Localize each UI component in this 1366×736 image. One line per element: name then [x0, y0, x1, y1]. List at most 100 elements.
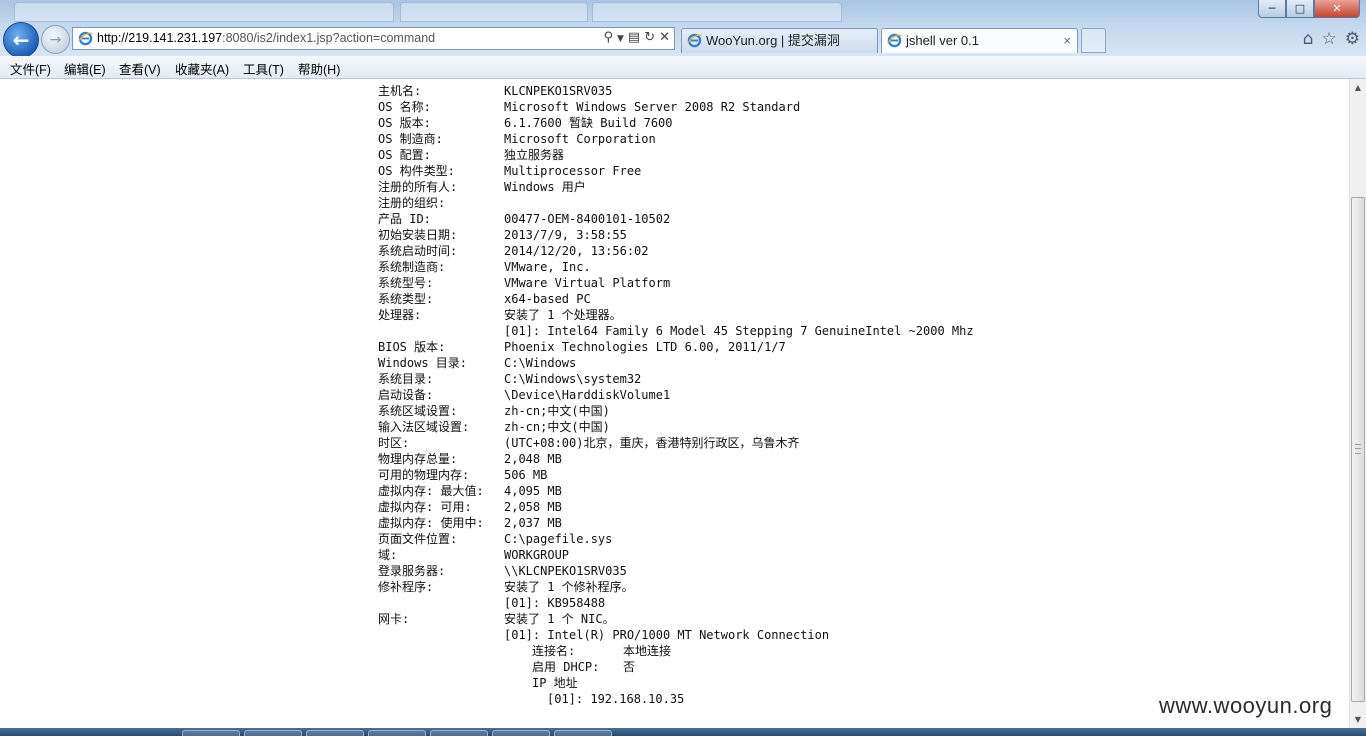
sysinfo-value: \\KLCNPEKO1SRV035	[504, 564, 627, 578]
nic-detail-key: 连接名:	[532, 644, 576, 658]
sysinfo-key: 系统型号:	[378, 276, 434, 290]
sysinfo-value: 2,058 MB	[504, 500, 562, 514]
sysinfo-key: 域:	[378, 548, 398, 562]
tab-jshell[interactable]: jshell ver 0.1 ×	[881, 28, 1078, 53]
sysinfo-key: 启动设备:	[378, 388, 434, 402]
compatibility-view-icon[interactable]: ▤	[628, 30, 640, 48]
vertical-scrollbar[interactable]: ▲ ▼	[1349, 79, 1366, 728]
sysinfo-value: C:\Windows	[504, 356, 577, 370]
sysinfo-value: \Device\HarddiskVolume1	[504, 388, 671, 402]
back-button[interactable]: ←	[3, 22, 39, 58]
sysinfo-key: 处理器:	[378, 308, 422, 322]
chevron-down-icon[interactable]: ▼	[617, 30, 624, 48]
maximize-button[interactable]: □	[1286, 0, 1314, 18]
taskbar-button[interactable]	[244, 730, 302, 736]
close-tab-icon[interactable]: ×	[1063, 29, 1071, 53]
sysinfo-key: 注册的所有人:	[378, 180, 458, 194]
menu-tools[interactable]: 工具(T)	[243, 59, 284, 78]
sysinfo-key: 产品 ID:	[378, 212, 431, 226]
sysinfo-key: OS 名称:	[378, 100, 431, 114]
address-tools: ⚲ ▼ ▤ ↻ ✕	[603, 30, 670, 48]
scroll-down-arrow-icon[interactable]: ▼	[1350, 711, 1366, 728]
stop-icon[interactable]: ✕	[659, 30, 670, 48]
sysinfo-key: OS 构件类型:	[378, 164, 455, 178]
sysinfo-value: 安装了 1 个处理器。	[504, 308, 622, 322]
gear-icon[interactable]: ⚙	[1345, 29, 1360, 49]
search-icon[interactable]: ⚲	[603, 30, 613, 48]
background-tab	[400, 2, 588, 22]
tab-wooyun[interactable]: WooYun.org | 提交漏洞	[681, 28, 878, 53]
sysinfo-key: BIOS 版本:	[378, 340, 446, 354]
browser-toolbar-icons: ⌂ ☆ ⚙	[1303, 29, 1360, 49]
close-window-button[interactable]: ✕	[1314, 0, 1360, 18]
home-icon[interactable]: ⌂	[1303, 29, 1314, 49]
sysinfo-value: 2,037 MB	[504, 516, 562, 530]
sysinfo-value: 2013/7/9, 3:58:55	[504, 228, 627, 242]
address-url[interactable]: http://219.141.231.197:8080/is2/index1.j…	[97, 31, 435, 45]
forward-button[interactable]: →	[41, 25, 70, 54]
taskbar-button[interactable]	[554, 730, 612, 736]
sysinfo-value: C:\pagefile.sys	[504, 532, 613, 546]
background-tab	[14, 2, 394, 22]
address-bar[interactable]: http://219.141.231.197:8080/is2/index1.j…	[72, 27, 675, 50]
sysinfo-key: OS 版本:	[378, 116, 431, 130]
taskbar	[0, 728, 1366, 736]
nic-detail-value: 否	[623, 660, 636, 674]
sysinfo-value: 安装了 1 个修补程序。	[504, 580, 634, 594]
sysinfo-value: Multiprocessor Free	[504, 164, 642, 178]
ie-icon	[687, 33, 702, 48]
nic-ip-address: [01]: 192.168.10.35	[547, 692, 685, 706]
sysinfo-key: 网卡:	[378, 612, 410, 626]
menu-bar: 文件(F) 编辑(E) 查看(V) 收藏夹(A) 工具(T) 帮助(H)	[0, 56, 1366, 79]
sysinfo-value: zh-cn;中文(中国)	[504, 404, 610, 418]
tab-label: WooYun.org | 提交漏洞	[706, 33, 840, 48]
sysinfo-value: 00477-OEM-8400101-10502	[504, 212, 671, 226]
sysinfo-key: 虚拟内存: 可用:	[378, 500, 472, 514]
sysinfo-key: 初始安装日期:	[378, 228, 458, 242]
menu-view[interactable]: 查看(V)	[119, 59, 161, 78]
sysinfo-key: 虚拟内存: 最大值:	[378, 484, 484, 498]
scroll-up-arrow-icon[interactable]: ▲	[1350, 79, 1366, 96]
sysinfo-key: OS 配置:	[378, 148, 431, 162]
taskbar-button[interactable]	[306, 730, 364, 736]
tab-label: jshell ver 0.1	[906, 33, 979, 48]
sysinfo-value: C:\Windows\system32	[504, 372, 642, 386]
sysinfo-value: 2014/12/20, 13:56:02	[504, 244, 649, 258]
background-window-tabs	[0, 0, 1366, 24]
sysinfo-key: 系统目录:	[378, 372, 434, 386]
new-tab-button[interactable]	[1081, 28, 1106, 53]
grip-icon	[1355, 444, 1361, 454]
sysinfo-value: Microsoft Windows Server 2008 R2 Standar…	[504, 100, 801, 114]
menu-file[interactable]: 文件(F)	[10, 59, 51, 78]
sysinfo-value: x64-based PC	[504, 292, 591, 306]
sysinfo-value: Microsoft Corporation	[504, 132, 656, 146]
taskbar-button[interactable]	[430, 730, 488, 736]
sysinfo-value: 4,095 MB	[504, 484, 562, 498]
minimize-button[interactable]: ─	[1258, 0, 1286, 18]
sysinfo-key: Windows 目录:	[378, 356, 468, 370]
star-icon[interactable]: ☆	[1322, 29, 1337, 49]
taskbar-button[interactable]	[492, 730, 550, 736]
sysinfo-value: VMware, Inc.	[504, 260, 591, 274]
refresh-icon[interactable]: ↻	[644, 30, 655, 48]
nic-detail-key: 启用 DHCP:	[532, 660, 600, 674]
nic-detail-value: 本地连接	[623, 644, 672, 658]
menu-edit[interactable]: 编辑(E)	[64, 59, 106, 78]
sysinfo-value: Phoenix Technologies LTD 6.00, 2011/1/7	[504, 340, 786, 354]
taskbar-button[interactable]	[182, 730, 240, 736]
sysinfo-key: 主机名:	[378, 84, 422, 98]
arrow-right-icon: →	[49, 31, 62, 48]
ie-icon	[887, 33, 902, 48]
taskbar-button[interactable]	[368, 730, 426, 736]
window-controls: ─ □ ✕	[1258, 0, 1360, 18]
menu-help[interactable]: 帮助(H)	[298, 59, 340, 78]
sysinfo-key: 虚拟内存: 使用中:	[378, 516, 484, 530]
sysinfo-key: 系统启动时间:	[378, 244, 458, 258]
sysinfo-value: VMware Virtual Platform	[504, 276, 671, 290]
menu-favorites[interactable]: 收藏夹(A)	[175, 59, 229, 78]
sysinfo-key: 输入法区域设置:	[378, 420, 470, 434]
scrollbar-thumb[interactable]	[1351, 197, 1365, 702]
sysinfo-key: 可用的物理内存:	[378, 468, 470, 482]
url-host: http://219.141.231.197	[97, 31, 223, 45]
sysinfo-key: 时区:	[378, 436, 410, 450]
